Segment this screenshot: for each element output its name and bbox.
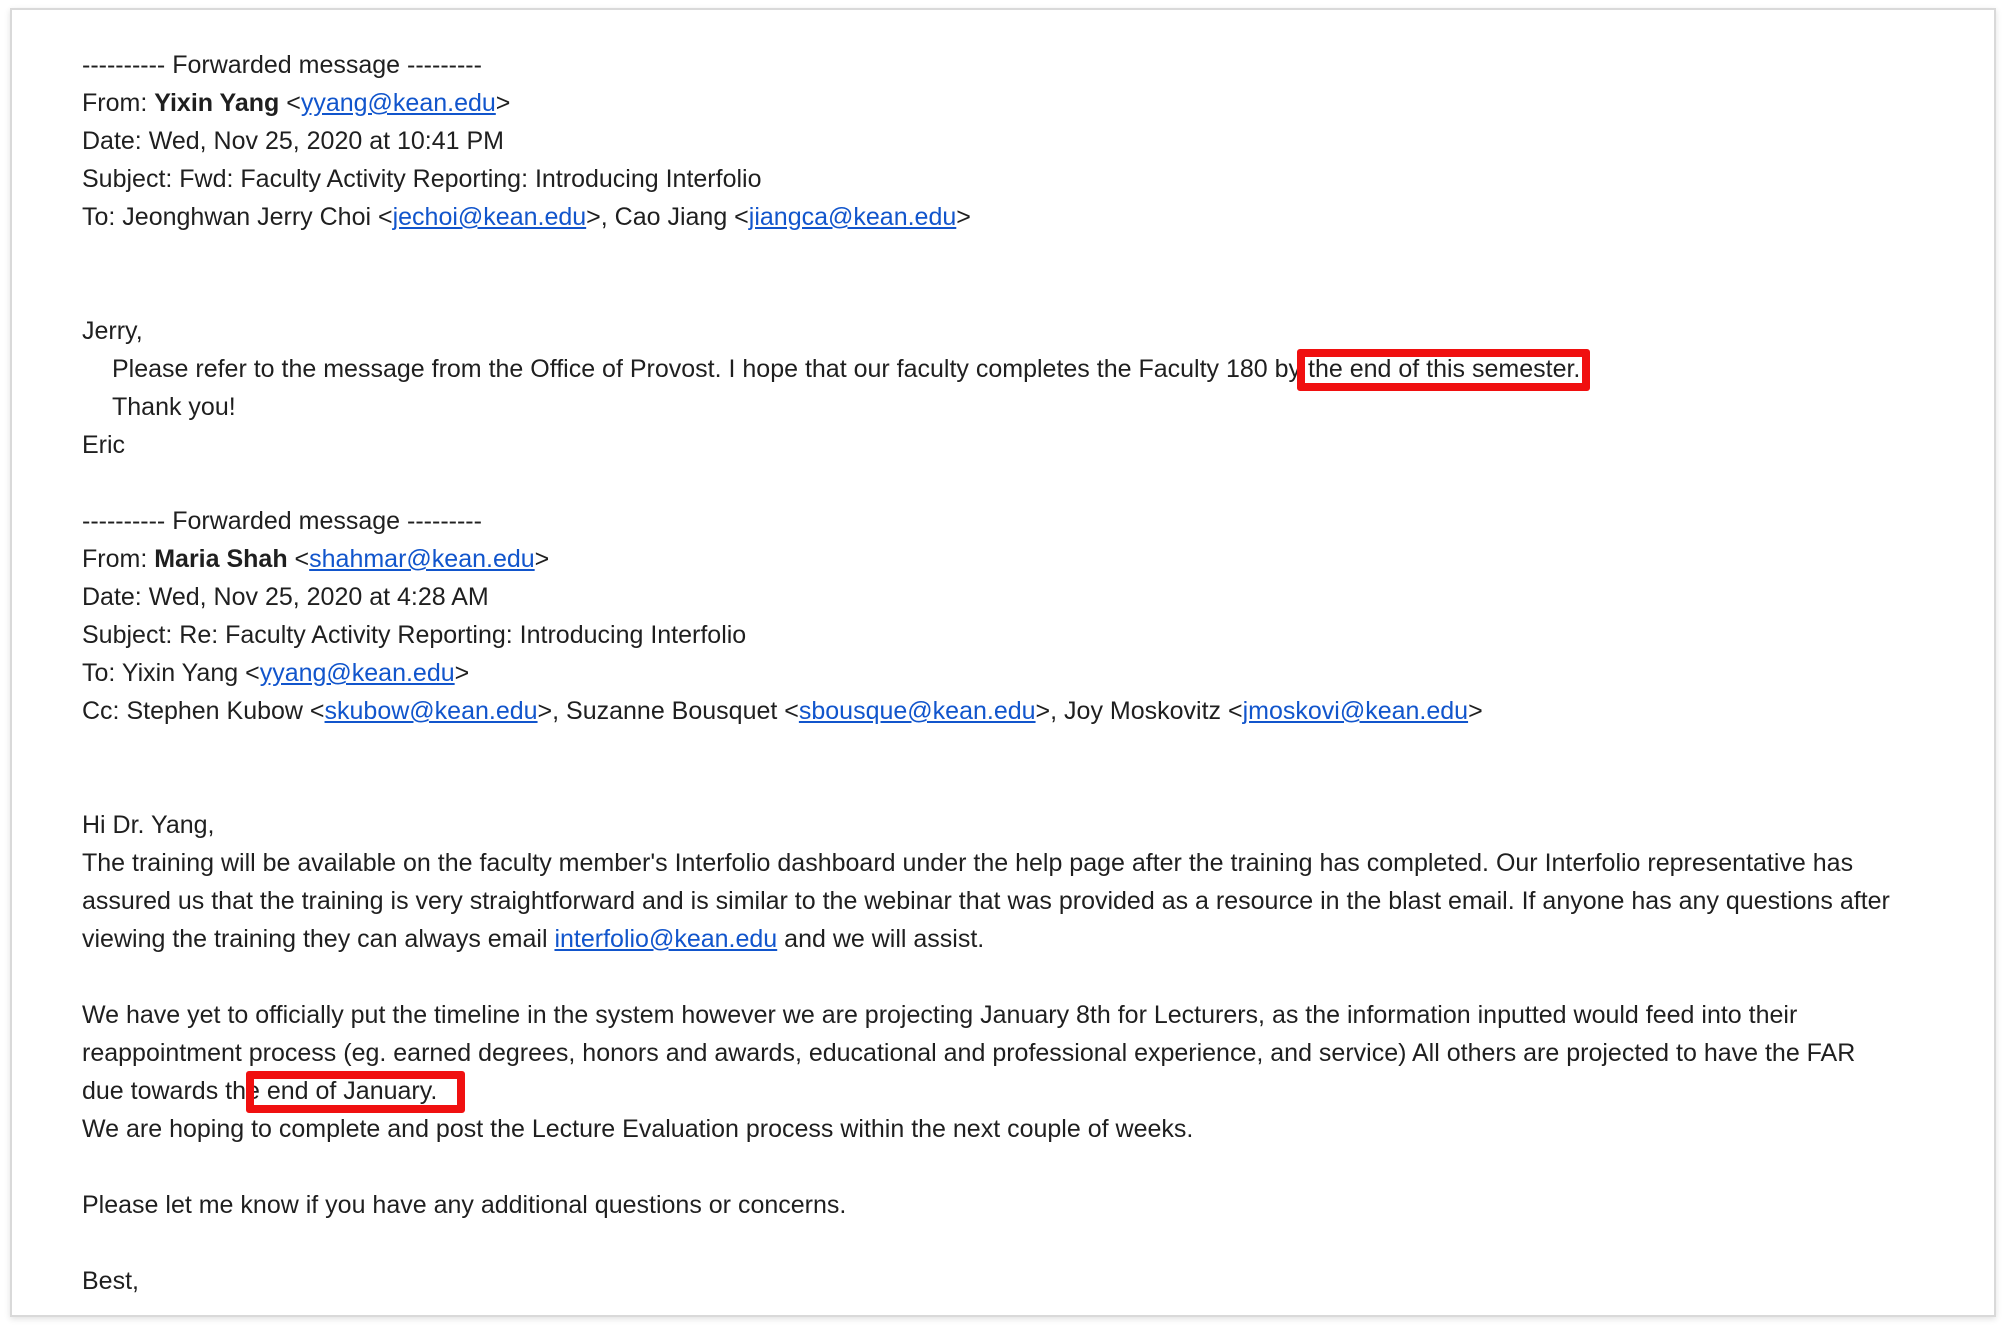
cc-email-link[interactable]: jmoskovi@kean.edu xyxy=(1243,697,1469,725)
cc-email-link[interactable]: sbousque@kean.edu xyxy=(799,697,1036,725)
thanks-line: Thank you! xyxy=(112,393,236,421)
email-body: ---------- Forwarded message --------- F… xyxy=(82,46,1972,1300)
body-line: We are hoping to complete and post the L… xyxy=(82,1115,1194,1143)
body-line: The training will be available on the fa… xyxy=(82,849,1854,877)
sender-name: Maria Shah xyxy=(154,545,288,573)
forward-divider-1: ---------- Forwarded message --------- xyxy=(82,51,482,79)
recipient-email-link[interactable]: yyang@kean.edu xyxy=(260,659,455,687)
from-label: From: xyxy=(82,89,155,117)
closing: Best, xyxy=(82,1267,139,1295)
body-line: We have yet to officially put the timeli… xyxy=(82,1001,1798,1029)
recipient-email-link[interactable]: jechoi@kean.edu xyxy=(393,203,587,231)
body-line: assured us that the training is very str… xyxy=(82,887,1890,915)
date-line-2: Date: Wed, Nov 25, 2020 at 4:28 AM xyxy=(82,583,489,611)
greeting-1: Jerry, xyxy=(82,317,143,345)
cc-email-link[interactable]: skubow@kean.edu xyxy=(325,697,538,725)
body-line: reappointment process (eg. earned degree… xyxy=(82,1039,1856,1067)
highlighted-text: end of January. xyxy=(245,1071,466,1113)
signature: Eric xyxy=(82,431,126,459)
sender-name: Yixin Yang xyxy=(154,89,280,117)
body-line: Please let me know if you have any addit… xyxy=(82,1191,847,1219)
cc-line: Cc: Stephen Kubow <skubow@kean.edu>, Suz… xyxy=(82,697,1483,725)
recipient-email-link[interactable]: jiangca@kean.edu xyxy=(749,203,956,231)
sender-email-link[interactable]: shahmar@kean.edu xyxy=(309,545,535,573)
interfolio-email-link[interactable]: interfolio@kean.edu xyxy=(554,925,777,953)
date-line-1: Date: Wed, Nov 25, 2020 at 10:41 PM xyxy=(82,127,505,155)
subject-line-2: Subject: Re: Faculty Activity Reporting:… xyxy=(82,621,747,649)
to-line-2: To: Yixin Yang <yyang@kean.edu> xyxy=(82,659,470,687)
body-line: viewing the training they can always ema… xyxy=(82,925,985,953)
greeting-2: Hi Dr. Yang, xyxy=(82,811,215,839)
body-line: Please refer to the message from the Off… xyxy=(82,349,1972,391)
highlighted-text: the end of this semester. xyxy=(1297,349,1591,391)
body-line: due towards the end of January. xyxy=(82,1071,1972,1113)
to-line-1: To: Jeonghwan Jerry Choi <jechoi@kean.ed… xyxy=(82,203,971,231)
from-label: From: xyxy=(82,545,155,573)
forward-divider-2: ---------- Forwarded message --------- xyxy=(82,507,482,535)
email-frame: ---------- Forwarded message --------- F… xyxy=(10,8,1996,1317)
from-line-1: From: Yixin Yang <yyang@kean.edu> xyxy=(82,89,511,117)
sender-email-link[interactable]: yyang@kean.edu xyxy=(301,89,496,117)
from-line-2: From: Maria Shah <shahmar@kean.edu> xyxy=(82,545,550,573)
subject-line-1: Subject: Fwd: Faculty Activity Reporting… xyxy=(82,165,762,193)
